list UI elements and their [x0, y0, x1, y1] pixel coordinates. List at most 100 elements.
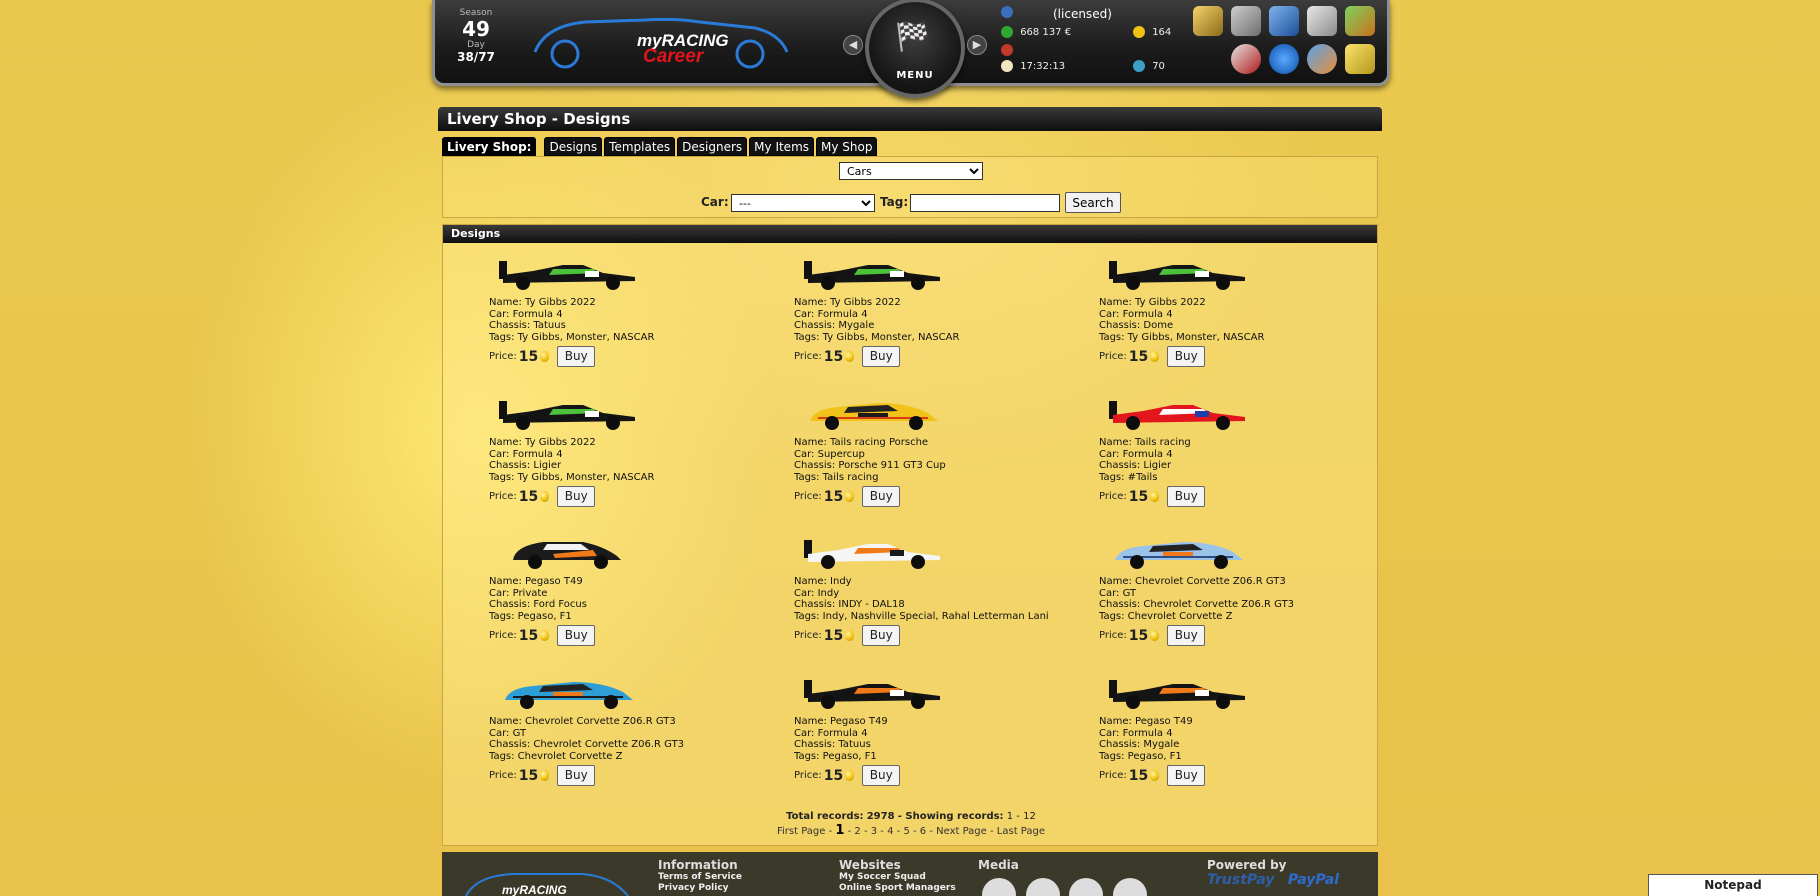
page-title: Livery Shop - Designs	[438, 107, 1382, 131]
design-name: Name: Chevrolet Corvette Z06.R GT3	[1099, 576, 1286, 587]
chat-icon[interactable]	[1307, 44, 1337, 74]
pagination: First Page - 1 - 2 - 3 - 4 - 5 - 6 - Nex…	[776, 823, 1045, 838]
trustpay-logo[interactable]: TrustPay	[1207, 872, 1274, 888]
livery-car-image[interactable]	[1103, 532, 1253, 572]
coin-icon	[540, 770, 550, 781]
buy-button[interactable]: Buy	[557, 625, 596, 646]
coin-icon	[1133, 26, 1145, 38]
page-link[interactable]: 5	[903, 826, 909, 837]
page-link[interactable]: 2	[854, 826, 860, 837]
tab-templates[interactable]: Templates	[604, 137, 676, 156]
buy-button[interactable]: Buy	[1167, 625, 1206, 646]
coin-icon	[540, 351, 550, 362]
buy-button[interactable]: Buy	[862, 346, 901, 367]
page-link[interactable]: 4	[887, 826, 893, 837]
coin-icon	[1150, 630, 1160, 641]
livery-shop-tabs: Livery Shop: Designs Templates Designers My …	[442, 137, 879, 157]
tab-my-items[interactable]: My Items	[749, 137, 815, 156]
buy-button[interactable]: Buy	[1167, 346, 1206, 367]
design-info: Name: Tails racing Car: Formula 4 Chassis:…	[1099, 437, 1191, 483]
livery-car-image[interactable]	[1103, 393, 1253, 433]
buy-button[interactable]: Buy	[557, 346, 596, 367]
livery-car-image[interactable]	[798, 253, 948, 293]
menu-next-arrow-icon[interactable]: ▶	[967, 35, 987, 55]
footer-logo[interactable]: myRACING	[462, 868, 632, 896]
livery-car-image[interactable]	[798, 532, 948, 572]
design-chassis: Chassis: Tatuus	[794, 739, 871, 750]
buy-button[interactable]: Buy	[862, 625, 901, 646]
top-bar: Season 49 Day 38/77 myRACING Career ◀ 🏁 …	[432, 0, 1390, 98]
tumblr-icon[interactable]	[1069, 878, 1103, 896]
search-button[interactable]: Search	[1065, 192, 1121, 213]
price-value: 15	[1128, 767, 1149, 784]
first-page-link[interactable]: First Page	[777, 826, 825, 837]
keys-icon[interactable]	[1193, 6, 1223, 36]
price-value: 15	[1128, 627, 1149, 644]
menu-button[interactable]: 🏁 MENU	[865, 0, 965, 98]
livery-car-image[interactable]	[798, 672, 948, 712]
mail-icon[interactable]	[1345, 44, 1375, 74]
livery-car-image[interactable]	[493, 253, 643, 293]
notepad-toggle[interactable]: Notepad	[1648, 874, 1818, 896]
coin-icon	[1150, 770, 1160, 781]
my-soccer-squad-link[interactable]: My Soccer Squad	[839, 872, 956, 883]
price-value: 15	[1128, 488, 1149, 505]
car-filter-select[interactable]: ---	[731, 194, 875, 212]
design-chassis: Chassis: Ford Focus	[489, 599, 587, 610]
tab-designs[interactable]: Designs	[544, 137, 603, 156]
info-alert-icon[interactable]	[1269, 44, 1299, 74]
livery-car-image[interactable]	[493, 532, 643, 572]
logout-icon[interactable]	[1345, 6, 1375, 36]
price-row: Price: 15 Buy	[794, 765, 901, 787]
buy-button[interactable]: Buy	[557, 765, 596, 786]
livery-car-image[interactable]	[1103, 253, 1253, 293]
facebook-icon[interactable]	[982, 878, 1016, 896]
tag-input[interactable]	[910, 194, 1060, 212]
buy-button[interactable]: Buy	[1167, 486, 1206, 507]
shopping-cart-icon[interactable]	[1231, 6, 1261, 36]
livery-car-image[interactable]	[1103, 672, 1253, 712]
design-info: Name: Indy Car: Indy Chassis: INDY - DAL18…	[794, 576, 1049, 622]
next-page-link[interactable]: Next Page	[936, 826, 987, 837]
design-name: Name: Pegaso T49	[794, 716, 888, 727]
books-icon[interactable]	[1269, 6, 1299, 36]
coin-icon	[1150, 351, 1160, 362]
footer-websites: Websites My Soccer Squad Online Sport Ma…	[839, 858, 956, 894]
buy-button[interactable]: Buy	[862, 486, 901, 507]
design-name: Name: Ty Gibbs 2022	[1099, 297, 1206, 308]
price-label: Price:	[794, 630, 822, 641]
buy-button[interactable]: Buy	[557, 486, 596, 507]
footer-websites-heading: Websites	[839, 858, 901, 872]
price-value: 15	[518, 627, 539, 644]
price-value: 15	[823, 627, 844, 644]
twitter-icon[interactable]	[1025, 878, 1060, 896]
design-card: Name: Pegaso T49 Car: Formula 4 Chassis: T…	[794, 666, 1054, 792]
buy-button[interactable]: Buy	[1167, 765, 1206, 786]
price-label: Price:	[1099, 491, 1127, 502]
tab-my-shop[interactable]: My Shop	[816, 137, 878, 156]
livery-car-image[interactable]	[493, 672, 643, 712]
menu-prev-arrow-icon[interactable]: ◀	[843, 35, 863, 55]
instagram-icon[interactable]	[1112, 878, 1147, 896]
privacy-link[interactable]: Privacy Policy	[658, 883, 742, 894]
page-link[interactable]: 3	[871, 826, 877, 837]
design-name: Name: Indy	[794, 576, 852, 587]
paypal-logo[interactable]: PayPal	[1288, 872, 1339, 888]
design-name: Name: Pegaso T49	[489, 576, 583, 587]
livery-type-select[interactable]: Cars	[839, 162, 983, 180]
page-link[interactable]: 6	[920, 826, 926, 837]
design-info: Name: Chevrolet Corvette Z06.R GT3 Car: G…	[1099, 576, 1294, 622]
tools-icon[interactable]	[1307, 6, 1337, 36]
livery-car-image[interactable]	[798, 393, 948, 433]
livery-car-image[interactable]	[493, 393, 643, 433]
price-row: Price: 15 Buy	[1099, 346, 1206, 368]
buy-button[interactable]: Buy	[862, 765, 901, 786]
last-page-link[interactable]: Last Page	[997, 826, 1045, 837]
tab-designers[interactable]: Designers	[677, 137, 748, 156]
helmet-icon[interactable]	[1231, 44, 1261, 74]
myracingcareer-logo[interactable]: myRACING Career	[525, 8, 795, 70]
online-sport-managers-link[interactable]: Online Sport Managers	[839, 883, 956, 894]
design-card: Name: Pegaso T49 Car: Formula 4 Chassis: M…	[1099, 666, 1359, 792]
game-time: 17:32:13	[1020, 61, 1066, 72]
terms-link[interactable]: Terms of Service	[658, 872, 742, 883]
